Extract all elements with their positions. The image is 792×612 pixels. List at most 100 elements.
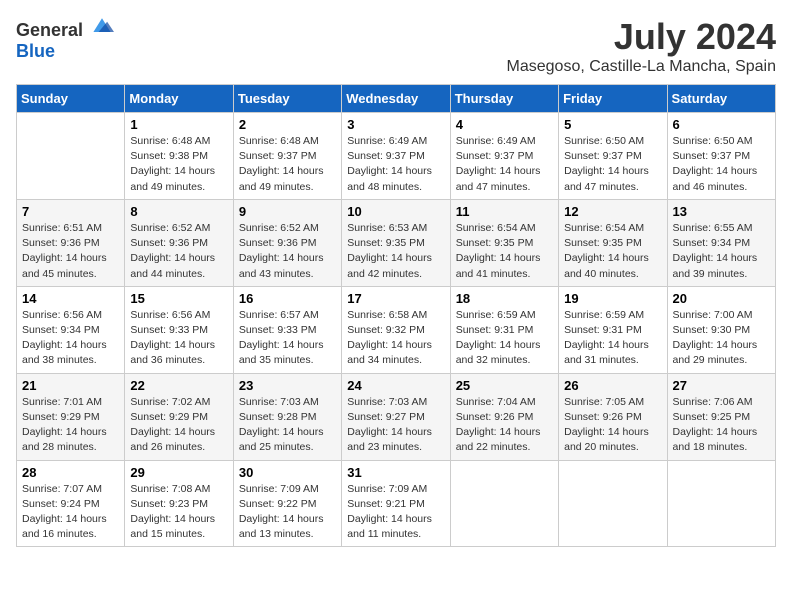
calendar-cell: 24 Sunrise: 7:03 AMSunset: 9:27 PMDayligh… <box>342 373 450 460</box>
day-detail: Sunrise: 7:06 AMSunset: 9:25 PMDaylight:… <box>673 395 770 456</box>
calendar-cell: 4 Sunrise: 6:49 AMSunset: 9:37 PMDaylight… <box>450 113 558 200</box>
calendar-week-row: 14 Sunrise: 6:56 AMSunset: 9:34 PMDayligh… <box>17 286 776 373</box>
logo-icon <box>90 16 114 36</box>
day-number: 31 <box>347 465 444 480</box>
calendar-cell: 30 Sunrise: 7:09 AMSunset: 9:22 PMDayligh… <box>233 460 341 547</box>
weekday-header-row: SundayMondayTuesdayWednesdayThursdayFrid… <box>17 85 776 113</box>
day-detail: Sunrise: 7:05 AMSunset: 9:26 PMDaylight:… <box>564 395 661 456</box>
day-number: 7 <box>22 204 119 219</box>
calendar-cell: 29 Sunrise: 7:08 AMSunset: 9:23 PMDayligh… <box>125 460 233 547</box>
calendar-cell: 28 Sunrise: 7:07 AMSunset: 9:24 PMDayligh… <box>17 460 125 547</box>
calendar-cell: 1 Sunrise: 6:48 AMSunset: 9:38 PMDaylight… <box>125 113 233 200</box>
day-number: 20 <box>673 291 770 306</box>
day-number: 19 <box>564 291 661 306</box>
calendar-cell: 19Sunrise: 6:59 AMSunset: 9:31 PMDayligh… <box>559 286 667 373</box>
day-number: 26 <box>564 378 661 393</box>
day-number: 14 <box>22 291 119 306</box>
weekday-header-saturday: Saturday <box>667 85 775 113</box>
calendar-cell <box>17 113 125 200</box>
calendar-cell: 17 Sunrise: 6:58 AMSunset: 9:32 PMDayligh… <box>342 286 450 373</box>
day-number: 13 <box>673 204 770 219</box>
weekday-header-sunday: Sunday <box>17 85 125 113</box>
day-detail: Sunrise: 7:09 AMSunset: 9:22 PMDaylight:… <box>239 482 336 543</box>
logo-text: General Blue <box>16 16 114 62</box>
weekday-header-thursday: Thursday <box>450 85 558 113</box>
calendar-cell: 9Sunrise: 6:52 AMSunset: 9:36 PMDaylight… <box>233 199 341 286</box>
weekday-header-tuesday: Tuesday <box>233 85 341 113</box>
day-detail: Sunrise: 6:50 AMSunset: 9:37 PMDaylight:… <box>673 134 770 195</box>
day-detail: Sunrise: 6:59 AMSunset: 9:31 PMDaylight:… <box>456 308 553 369</box>
day-detail: Sunrise: 6:54 AMSunset: 9:35 PMDaylight:… <box>564 221 661 282</box>
calendar-cell: 13 Sunrise: 6:55 AMSunset: 9:34 PMDayligh… <box>667 199 775 286</box>
calendar-week-row: 21 Sunrise: 7:01 AMSunset: 9:29 PMDayligh… <box>17 373 776 460</box>
day-number: 21 <box>22 378 119 393</box>
day-number: 30 <box>239 465 336 480</box>
day-detail: Sunrise: 7:02 AMSunset: 9:29 PMDaylight:… <box>130 395 227 456</box>
day-detail: Sunrise: 6:51 AMSunset: 9:36 PMDaylight:… <box>22 221 119 282</box>
day-number: 2 <box>239 117 336 132</box>
weekday-header-wednesday: Wednesday <box>342 85 450 113</box>
calendar-cell: 14 Sunrise: 6:56 AMSunset: 9:34 PMDayligh… <box>17 286 125 373</box>
calendar-cell: 10 Sunrise: 6:53 AMSunset: 9:35 PMDayligh… <box>342 199 450 286</box>
day-detail: Sunrise: 7:08 AMSunset: 9:23 PMDaylight:… <box>130 482 227 543</box>
day-number: 22 <box>130 378 227 393</box>
calendar-cell <box>450 460 558 547</box>
calendar-cell: 11 Sunrise: 6:54 AMSunset: 9:35 PMDayligh… <box>450 199 558 286</box>
calendar-cell: 26 Sunrise: 7:05 AMSunset: 9:26 PMDayligh… <box>559 373 667 460</box>
day-detail: Sunrise: 7:03 AMSunset: 9:27 PMDaylight:… <box>347 395 444 456</box>
calendar-week-row: 7 Sunrise: 6:51 AMSunset: 9:36 PMDaylight… <box>17 199 776 286</box>
calendar-cell: 3Sunrise: 6:49 AMSunset: 9:37 PMDaylight… <box>342 113 450 200</box>
day-detail: Sunrise: 6:55 AMSunset: 9:34 PMDaylight:… <box>673 221 770 282</box>
day-number: 11 <box>456 204 553 219</box>
calendar-cell: 31 Sunrise: 7:09 AMSunset: 9:21 PMDayligh… <box>342 460 450 547</box>
calendar-cell: 2Sunrise: 6:48 AMSunset: 9:37 PMDaylight… <box>233 113 341 200</box>
day-detail: Sunrise: 7:03 AMSunset: 9:28 PMDaylight:… <box>239 395 336 456</box>
calendar-cell <box>559 460 667 547</box>
day-number: 28 <box>22 465 119 480</box>
calendar-cell: 23Sunrise: 7:03 AMSunset: 9:28 PMDayligh… <box>233 373 341 460</box>
day-number: 1 <box>130 117 227 132</box>
logo-blue: Blue <box>16 41 55 61</box>
logo: General Blue <box>16 16 114 62</box>
day-number: 4 <box>456 117 553 132</box>
day-number: 5 <box>564 117 661 132</box>
title-area: July 2024 Masegoso, Castille-La Mancha, … <box>507 16 776 76</box>
day-detail: Sunrise: 6:56 AMSunset: 9:33 PMDaylight:… <box>130 308 227 369</box>
day-detail: Sunrise: 6:54 AMSunset: 9:35 PMDaylight:… <box>456 221 553 282</box>
day-detail: Sunrise: 6:56 AMSunset: 9:34 PMDaylight:… <box>22 308 119 369</box>
day-detail: Sunrise: 6:52 AMSunset: 9:36 PMDaylight:… <box>130 221 227 282</box>
calendar-cell: 27 Sunrise: 7:06 AMSunset: 9:25 PMDayligh… <box>667 373 775 460</box>
day-number: 17 <box>347 291 444 306</box>
day-number: 29 <box>130 465 227 480</box>
calendar-cell: 12 Sunrise: 6:54 AMSunset: 9:35 PMDayligh… <box>559 199 667 286</box>
calendar-cell: 5 Sunrise: 6:50 AMSunset: 9:37 PMDaylight… <box>559 113 667 200</box>
day-number: 18 <box>456 291 553 306</box>
calendar-cell: 15 Sunrise: 6:56 AMSunset: 9:33 PMDayligh… <box>125 286 233 373</box>
day-number: 3 <box>347 117 444 132</box>
day-detail: Sunrise: 7:04 AMSunset: 9:26 PMDaylight:… <box>456 395 553 456</box>
day-number: 24 <box>347 378 444 393</box>
page-header: General Blue July 2024 Masegoso, Castill… <box>16 16 776 76</box>
day-detail: Sunrise: 6:48 AMSunset: 9:38 PMDaylight:… <box>130 134 227 195</box>
day-number: 27 <box>673 378 770 393</box>
day-detail: Sunrise: 6:50 AMSunset: 9:37 PMDaylight:… <box>564 134 661 195</box>
calendar-week-row: 28 Sunrise: 7:07 AMSunset: 9:24 PMDayligh… <box>17 460 776 547</box>
day-detail: Sunrise: 6:58 AMSunset: 9:32 PMDaylight:… <box>347 308 444 369</box>
day-number: 15 <box>130 291 227 306</box>
calendar-cell: 7 Sunrise: 6:51 AMSunset: 9:36 PMDaylight… <box>17 199 125 286</box>
day-detail: Sunrise: 7:09 AMSunset: 9:21 PMDaylight:… <box>347 482 444 543</box>
day-detail: Sunrise: 7:07 AMSunset: 9:24 PMDaylight:… <box>22 482 119 543</box>
day-number: 10 <box>347 204 444 219</box>
day-detail: Sunrise: 6:49 AMSunset: 9:37 PMDaylight:… <box>456 134 553 195</box>
day-number: 16 <box>239 291 336 306</box>
calendar-cell: 21 Sunrise: 7:01 AMSunset: 9:29 PMDayligh… <box>17 373 125 460</box>
main-title: July 2024 <box>507 16 776 58</box>
day-number: 9 <box>239 204 336 219</box>
day-number: 12 <box>564 204 661 219</box>
weekday-header-monday: Monday <box>125 85 233 113</box>
day-detail: Sunrise: 7:01 AMSunset: 9:29 PMDaylight:… <box>22 395 119 456</box>
weekday-header-friday: Friday <box>559 85 667 113</box>
calendar-cell: 25Sunrise: 7:04 AMSunset: 9:26 PMDayligh… <box>450 373 558 460</box>
day-detail: Sunrise: 6:53 AMSunset: 9:35 PMDaylight:… <box>347 221 444 282</box>
day-detail: Sunrise: 6:57 AMSunset: 9:33 PMDaylight:… <box>239 308 336 369</box>
